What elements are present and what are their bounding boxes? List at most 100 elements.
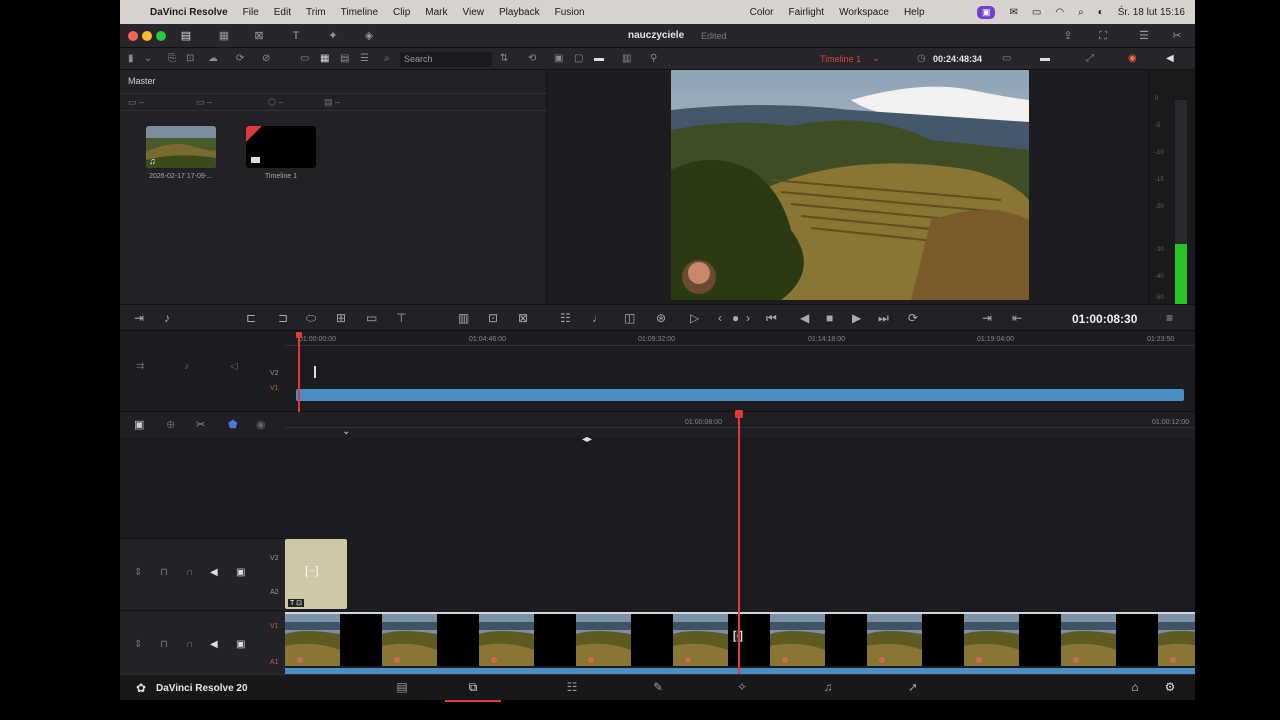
menu-clip[interactable]: Clip	[393, 7, 410, 18]
lock-icon[interactable]: ⊓	[160, 567, 168, 578]
filmstrip-view-icon[interactable]: ▤	[340, 52, 349, 66]
sliders-icon[interactable]: ☷	[560, 311, 571, 325]
upper-timeline[interactable]: ⇉ ♪ ◁ 01:00:00:00 01:04:46:00 01:09:32:0…	[120, 332, 1195, 412]
smart-insert-icon[interactable]: ⊏	[246, 311, 256, 325]
transitions-icon[interactable]: ⊠	[251, 29, 267, 43]
spotlight-search-icon[interactable]: ⌕	[1078, 7, 1084, 18]
speaker-icon[interactable]: ◀	[210, 567, 218, 578]
battery-icon[interactable]: ▭	[1032, 7, 1041, 18]
transform-icon[interactable]: ⚲	[650, 52, 657, 66]
film-icon[interactable]: ▣	[134, 418, 144, 432]
sidebar-toggle-icon[interactable]: ▮	[128, 52, 134, 66]
marker-icon[interactable]: ⬟	[228, 418, 238, 432]
cloud-upload-icon[interactable]: ☁	[208, 52, 218, 66]
sync-icon[interactable]: ⟳	[236, 52, 244, 66]
sort-icon[interactable]: ⇅	[500, 52, 508, 66]
menu-app-name[interactable]: DaVinci Resolve	[150, 7, 228, 18]
source-overwrite-icon[interactable]: ⊤	[396, 311, 406, 325]
razor-icon[interactable]: ✂	[196, 418, 205, 432]
upper-audio-clip[interactable]	[296, 389, 1184, 401]
link-icon[interactable]: ⊘	[262, 52, 270, 66]
menu-help[interactable]: Help	[904, 7, 925, 18]
audio-mute-icon[interactable]: ◁	[230, 360, 238, 374]
safe-area-icon[interactable]: ▢	[574, 52, 583, 66]
aspect-ratio-icon[interactable]: ▭	[1002, 52, 1011, 66]
audio-type-icon[interactable]: ▭ –	[196, 97, 212, 108]
menu-trim[interactable]: Trim	[306, 7, 326, 18]
timeline-selector[interactable]: Timeline 1	[820, 54, 861, 64]
cloud-icon[interactable]: ◈	[361, 29, 377, 43]
page-media-icon[interactable]: ▤	[387, 680, 417, 694]
close-window-button[interactable]	[128, 31, 138, 41]
share-icon[interactable]: ⇪	[1060, 29, 1076, 43]
clip-type-icon[interactable]: ▭ –	[128, 97, 144, 108]
jog-left-icon[interactable]: ‹	[718, 311, 722, 325]
media-pool-toggle-icon[interactable]: ▤	[178, 29, 194, 43]
camera-icon[interactable]: ◫	[624, 311, 635, 325]
fullscreen-icon[interactable]: ⛶	[1095, 29, 1111, 43]
dual-viewer-icon[interactable]: ▥	[622, 52, 631, 66]
menu-fairlight[interactable]: Fairlight	[789, 7, 825, 18]
close-up-icon[interactable]: ⊞	[336, 311, 346, 325]
page-cut-icon[interactable]: ⧉	[445, 680, 501, 702]
home-icon[interactable]: ⌂	[1120, 680, 1150, 694]
jog-dot-icon[interactable]: ●	[732, 311, 739, 325]
play-around-icon[interactable]: ▷	[690, 311, 699, 325]
minimize-window-button[interactable]	[142, 31, 152, 41]
dynamic-zoom-icon[interactable]: ⊠	[518, 311, 528, 325]
upper-playhead[interactable]	[298, 336, 300, 412]
audio-tool-icon[interactable]: ♪	[164, 311, 170, 325]
page-fusion-icon[interactable]: ✎	[643, 680, 673, 694]
titles-icon[interactable]: T	[288, 29, 304, 43]
upper-ruler[interactable]: 01:00:00:00 01:04:46:00 01:09:32:00 01:1…	[285, 332, 1195, 346]
refresh-icon[interactable]: ⟲	[528, 52, 536, 66]
page-fairlight-icon[interactable]: ♫	[813, 680, 843, 694]
video-frame[interactable]	[671, 70, 1029, 300]
monitor-icon[interactable]: ▣	[236, 639, 245, 650]
screen-record-icon[interactable]: ▣	[976, 5, 996, 19]
timeline-thumbnail[interactable]	[246, 126, 316, 168]
menu-fusion[interactable]: Fusion	[555, 7, 585, 18]
video-clip-v1[interactable]: [·]	[243, 612, 1213, 666]
metadata-view-icon[interactable]: ▭	[300, 52, 309, 66]
import-media-icon[interactable]: ⎘	[168, 52, 176, 66]
mail-icon[interactable]: ✉	[1009, 7, 1017, 18]
skip-forward-icon[interactable]: ⏭	[878, 311, 889, 325]
page-color-icon[interactable]: ✧	[727, 680, 757, 694]
timeline-options-icon[interactable]: ≡	[1166, 311, 1173, 325]
playhead[interactable]	[738, 416, 740, 674]
menu-workspace[interactable]: Workspace	[839, 7, 889, 18]
zoom-icon[interactable]: ⤢	[1086, 52, 1094, 66]
viewer[interactable]	[548, 70, 1148, 324]
track-destination-icon[interactable]: ⇉	[136, 360, 144, 374]
page-edit-icon[interactable]: ☷	[557, 680, 587, 694]
crop-tool-icon[interactable]: ⊡	[488, 311, 498, 325]
snap-icon[interactable]: ⊕	[166, 418, 175, 432]
color-wheel-icon[interactable]: ◉	[1128, 52, 1137, 66]
v2-clip-marker[interactable]	[314, 366, 316, 378]
control-center-icon[interactable]: ◐	[1098, 7, 1104, 18]
speed-icon[interactable]: ⊛	[656, 311, 666, 325]
media-clip[interactable]: ♫ 2026-02-17 17-09-...	[146, 126, 221, 180]
menu-playback[interactable]: Playback	[499, 7, 540, 18]
tools-icon[interactable]: ✂	[1169, 29, 1185, 43]
play-icon[interactable]: ▶	[852, 311, 861, 325]
menu-edit[interactable]: Edit	[274, 7, 291, 18]
track-move-icon[interactable]: ⇕	[134, 567, 142, 578]
reverse-play-icon[interactable]: ◀	[800, 311, 809, 325]
loop-icon[interactable]: ⟳	[908, 311, 918, 325]
place-on-top-icon[interactable]: ▭	[366, 311, 377, 325]
inspector-icon[interactable]: ☰	[1136, 29, 1152, 43]
zoom-window-button[interactable]	[156, 31, 166, 41]
speaker-icon[interactable]: ◀	[1166, 52, 1174, 66]
monitor-icon[interactable]: ▣	[236, 567, 245, 578]
timeline-clip[interactable]: Timeline 1	[246, 126, 321, 180]
viewer-layout-icon[interactable]: ▣	[554, 52, 563, 66]
menubar-clock[interactable]: Śr. 18 lut 15:16	[1118, 7, 1185, 18]
tool-icon[interactable]: ⇥	[134, 311, 144, 325]
clip-thumbnail[interactable]: ♫	[146, 126, 216, 168]
stop-icon[interactable]: ■	[826, 311, 833, 325]
lower-timeline-tracks[interactable]: ⌄ ◂▸ ⇕ ⊓ ∩ ◀ ▣ V2 A2 ⇕ ⊓ ∩ ◀ ▣ V1 A1 [··…	[120, 410, 1213, 680]
mark-in-icon[interactable]: ⇥	[982, 311, 992, 325]
single-viewer-icon[interactable]: ▬	[594, 52, 604, 66]
